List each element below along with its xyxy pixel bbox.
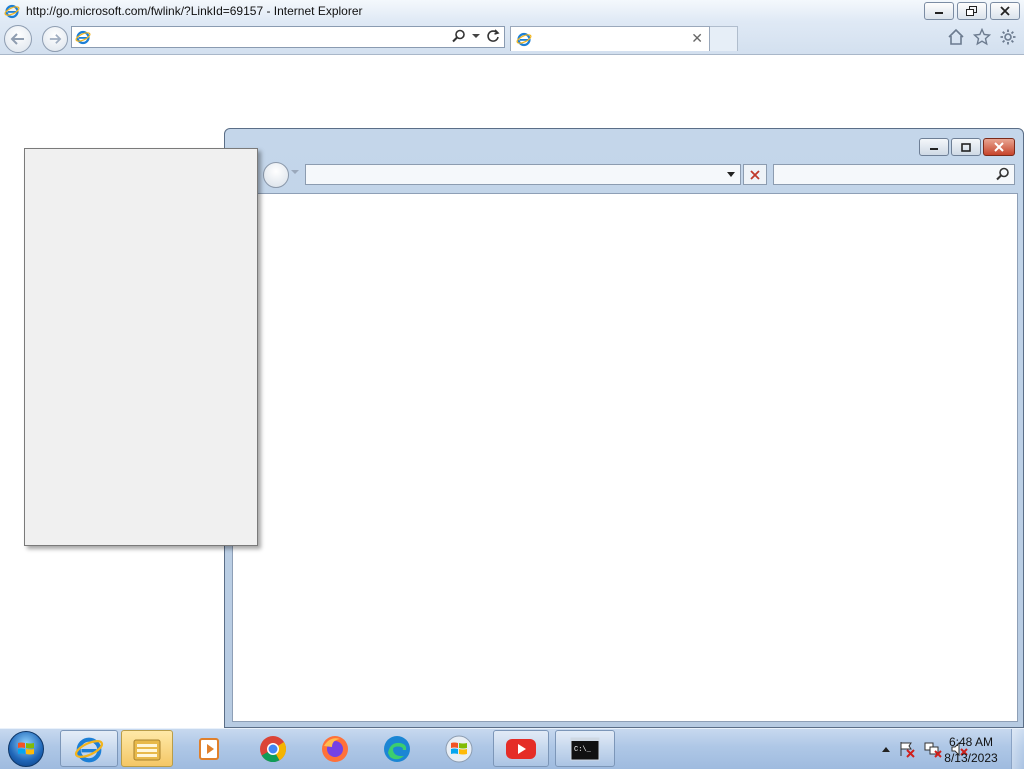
child-stop-button[interactable] — [743, 164, 767, 185]
taskbar-command-prompt[interactable]: C:\_ — [555, 730, 615, 767]
back-button[interactable] — [4, 25, 32, 53]
home-icon[interactable] — [946, 27, 966, 47]
favorites-star-icon[interactable] — [972, 27, 992, 47]
child-address-bar[interactable] — [305, 164, 741, 185]
taskbar-edge[interactable] — [369, 730, 425, 767]
search-icon[interactable] — [996, 167, 1010, 181]
restore-button[interactable] — [957, 2, 987, 20]
browser-tab[interactable]: ✕ — [510, 26, 710, 51]
close-icon — [994, 142, 1004, 152]
dropdown-arrow-icon — [727, 172, 735, 177]
edge-icon — [384, 735, 410, 762]
address-bar[interactable] — [71, 26, 505, 48]
minimize-icon — [930, 148, 938, 150]
maximize-icon — [961, 142, 971, 152]
search-icon[interactable] — [452, 29, 466, 43]
child-minimize-button[interactable] — [919, 138, 949, 156]
minimize-icon — [935, 12, 943, 14]
taskbar-windows-explorer[interactable] — [121, 730, 173, 767]
new-tab-button[interactable] — [710, 26, 738, 51]
windows-flag-icon — [445, 735, 473, 762]
child-search-input[interactable] — [774, 165, 990, 184]
forward-arrow-icon — [49, 34, 62, 44]
window-caption-buttons — [924, 2, 1020, 20]
browser-command-icons — [946, 27, 1018, 47]
tab-ie-icon — [516, 32, 532, 47]
clock-time: 6:48 AM — [948, 735, 994, 749]
show-hidden-icons-icon[interactable] — [882, 746, 890, 752]
action-center-icon[interactable] — [898, 740, 916, 758]
taskbar-internet-explorer[interactable] — [60, 730, 118, 767]
close-icon — [1000, 6, 1010, 16]
internet-explorer-icon — [74, 737, 104, 762]
page-ie-icon — [75, 30, 91, 45]
firefox-icon — [322, 735, 348, 762]
child-close-button[interactable] — [983, 138, 1015, 156]
system-clock[interactable]: 6:48 AM 8/13/2023 — [940, 734, 1002, 766]
media-player-icon — [199, 737, 219, 760]
clock-date: 8/13/2023 — [944, 751, 998, 765]
child-search-box[interactable] — [773, 164, 1015, 185]
refresh-icon[interactable] — [486, 29, 500, 43]
taskbar-firefox[interactable] — [307, 730, 363, 767]
start-button[interactable] — [6, 730, 46, 768]
minimize-button[interactable] — [924, 2, 954, 20]
show-desktop-button[interactable] — [1011, 729, 1024, 769]
internet-explorer-icon — [4, 4, 20, 19]
child-history-dropdown-icon[interactable] — [291, 170, 299, 174]
youtube-icon — [506, 738, 536, 759]
child-address-dropdown[interactable] — [724, 167, 738, 182]
taskbar-windows-flag[interactable] — [431, 730, 487, 767]
child-back-button[interactable] — [263, 162, 289, 188]
taskbar: C:\_ 6:48 AM 8/13/2023 — [0, 728, 1024, 769]
close-button[interactable] — [990, 2, 1020, 20]
child-caption-buttons — [919, 138, 1015, 156]
ie-navigation-bar: ✕ — [0, 22, 1024, 55]
back-arrow-icon — [10, 33, 24, 45]
ie-title-bar: http://go.microsoft.com/fwlink/?LinkId=6… — [0, 0, 1024, 22]
folder-icon — [133, 739, 161, 760]
taskbar-youtube[interactable] — [493, 730, 549, 767]
taskbar-media-player[interactable] — [182, 730, 238, 767]
stop-x-icon — [750, 169, 760, 180]
child-browser-window — [224, 128, 1024, 728]
command-prompt-icon: C:\_ — [570, 737, 600, 760]
forward-button[interactable] — [42, 26, 68, 52]
child-address-input[interactable] — [306, 165, 722, 184]
windows-start-orb-icon — [8, 731, 44, 767]
tab-close-icon[interactable]: ✕ — [691, 31, 703, 45]
dropdown-arrow-icon[interactable] — [472, 33, 480, 39]
chrome-icon — [260, 735, 287, 762]
child-maximize-button[interactable] — [951, 138, 981, 156]
tools-gear-icon[interactable] — [998, 27, 1018, 47]
child-content-area — [232, 193, 1018, 722]
address-input[interactable] — [94, 29, 448, 47]
window-title: http://go.microsoft.com/fwlink/?LinkId=6… — [26, 4, 363, 18]
taskbar-chrome[interactable] — [245, 730, 301, 767]
restore-icon — [966, 6, 977, 16]
popup-panel — [24, 148, 258, 546]
command-prompt-label: C:\_ — [574, 746, 592, 754]
address-tools — [452, 29, 500, 43]
